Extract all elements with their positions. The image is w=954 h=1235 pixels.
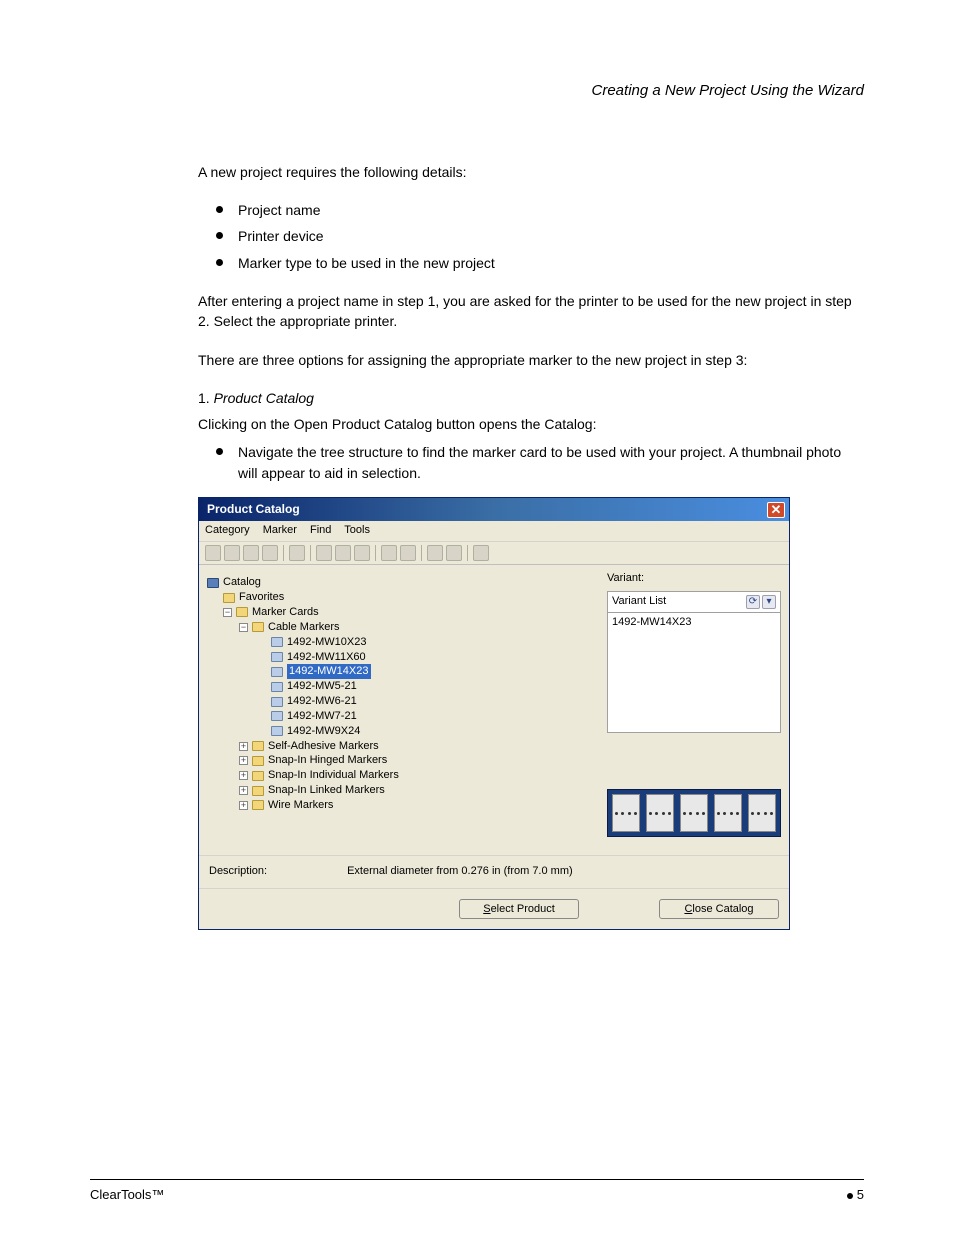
- toolbar-icon[interactable]: [289, 545, 305, 561]
- expand-icon[interactable]: +: [239, 786, 248, 795]
- footer-product-name: ClearTools™: [90, 1186, 164, 1205]
- printer-paragraph: After entering a project name in step 1,…: [198, 291, 864, 332]
- variant-list[interactable]: 1492-MW14X23: [607, 613, 781, 733]
- tree-folder[interactable]: Snap-In Linked Markers: [268, 783, 385, 798]
- collapse-icon[interactable]: −: [223, 608, 232, 617]
- step-1-body: Clicking on the Open Product Catalog but…: [198, 414, 864, 434]
- tree-item[interactable]: 1492-MW9X24: [287, 724, 360, 739]
- tree-folder[interactable]: Self-Adhesive Markers: [268, 739, 379, 754]
- intro-text: A new project requires the following det…: [198, 162, 864, 182]
- tree-folder[interactable]: Wire Markers: [268, 798, 333, 813]
- marker-options-paragraph: There are three options for assigning th…: [198, 350, 864, 370]
- tree-root[interactable]: Catalog: [223, 575, 261, 590]
- toolbar-separator: [375, 545, 376, 561]
- product-catalog-window: Product Catalog ✕ Category Marker Find T…: [198, 497, 790, 930]
- collapse-icon[interactable]: −: [239, 623, 248, 632]
- folder-icon: [207, 578, 219, 588]
- tree-item[interactable]: 1492-MW10X23: [287, 635, 367, 650]
- toolbar: [199, 542, 789, 565]
- folder-icon: [236, 607, 248, 617]
- close-catalog-button[interactable]: Close Catalog: [659, 899, 779, 919]
- bullet-printer-device: Printer device: [216, 226, 864, 246]
- menu-find[interactable]: Find: [310, 524, 331, 536]
- step-1: 1. Product Catalog Clicking on the Open …: [198, 388, 864, 483]
- toolbar-icon[interactable]: [243, 545, 259, 561]
- intro-bullets: Project name Printer device Marker type …: [216, 200, 864, 273]
- tree-item[interactable]: 1492-MW11X60: [287, 650, 366, 665]
- folder-icon: [252, 800, 264, 810]
- expand-icon[interactable]: +: [239, 756, 248, 765]
- expand-icon[interactable]: +: [239, 742, 248, 751]
- catalog-tree[interactable]: Catalog Favorites −Marker Cards −Cable M…: [207, 575, 591, 813]
- leaf-icon: [271, 711, 283, 721]
- toolbar-separator: [421, 545, 422, 561]
- variant-list-header: Variant List ⟳ ▾: [607, 591, 781, 613]
- leaf-icon: [271, 726, 283, 736]
- menu-category[interactable]: Category: [205, 524, 250, 536]
- titlebar: Product Catalog ✕: [199, 498, 789, 521]
- variant-label: Variant:: [607, 571, 781, 587]
- folder-icon: [252, 622, 264, 632]
- menubar: Category Marker Find Tools: [199, 521, 789, 542]
- tree-item-selected[interactable]: 1492-MW14X23: [287, 664, 371, 679]
- close-icon[interactable]: ✕: [767, 502, 785, 518]
- toolbar-icon[interactable]: [335, 545, 351, 561]
- step-1-number: 1.: [198, 390, 214, 406]
- tree-item[interactable]: 1492-MW7-21: [287, 709, 357, 724]
- window-title: Product Catalog: [207, 501, 300, 518]
- toolbar-icon[interactable]: [354, 545, 370, 561]
- page-bullet-icon: [847, 1193, 853, 1199]
- tree-item[interactable]: 1492-MW6-21: [287, 694, 357, 709]
- product-preview: [607, 789, 781, 837]
- expand-icon[interactable]: +: [239, 771, 248, 780]
- menu-tools[interactable]: Tools: [344, 524, 370, 536]
- running-head: Creating a New Project Using the Wizard: [90, 80, 864, 102]
- tree-item[interactable]: 1492-MW5-21: [287, 679, 357, 694]
- toolbar-icon[interactable]: [400, 545, 416, 561]
- toolbar-icon[interactable]: [316, 545, 332, 561]
- toolbar-icon[interactable]: [262, 545, 278, 561]
- leaf-icon: [271, 697, 283, 707]
- step-1-title: Product Catalog: [214, 390, 314, 406]
- variant-list-item[interactable]: 1492-MW14X23: [612, 615, 776, 631]
- toolbar-icon[interactable]: [205, 545, 221, 561]
- tree-favorites[interactable]: Favorites: [239, 590, 284, 605]
- folder-icon: [252, 741, 264, 751]
- toolbar-separator: [467, 545, 468, 561]
- toolbar-separator: [310, 545, 311, 561]
- description-value: External diameter from 0.276 in (from 7.…: [347, 864, 573, 880]
- toolbar-icon[interactable]: [473, 545, 489, 561]
- leaf-icon: [271, 682, 283, 692]
- variant-down-icon[interactable]: ▾: [762, 595, 776, 609]
- description-label: Description:: [209, 864, 267, 880]
- tree-marker-cards[interactable]: Marker Cards: [252, 605, 319, 620]
- bullet-project-name: Project name: [216, 200, 864, 220]
- folder-icon: [252, 756, 264, 766]
- tree-folder[interactable]: Snap-In Hinged Markers: [268, 753, 387, 768]
- toolbar-icon[interactable]: [427, 545, 443, 561]
- toolbar-icon[interactable]: [446, 545, 462, 561]
- page-number: 5: [857, 1187, 864, 1202]
- folder-icon: [223, 593, 235, 603]
- variant-refresh-icon[interactable]: ⟳: [746, 595, 760, 609]
- tree-cable-markers[interactable]: Cable Markers: [268, 620, 340, 635]
- step-1-bullet: Navigate the tree structure to find the …: [216, 442, 864, 483]
- folder-icon: [252, 771, 264, 781]
- tree-folder[interactable]: Snap-In Individual Markers: [268, 768, 399, 783]
- toolbar-icon[interactable]: [224, 545, 240, 561]
- toolbar-icon[interactable]: [381, 545, 397, 561]
- page-footer: ClearTools™ 5: [90, 1179, 864, 1205]
- select-product-button[interactable]: Select Product: [459, 899, 579, 919]
- menu-marker[interactable]: Marker: [263, 524, 297, 536]
- leaf-icon: [271, 652, 283, 662]
- leaf-icon: [271, 667, 283, 677]
- folder-icon: [252, 786, 264, 796]
- toolbar-separator: [283, 545, 284, 561]
- leaf-icon: [271, 637, 283, 647]
- bullet-marker-type: Marker type to be used in the new projec…: [216, 253, 864, 273]
- expand-icon[interactable]: +: [239, 801, 248, 810]
- variant-list-label: Variant List: [612, 594, 666, 610]
- description-row: Description: External diameter from 0.27…: [199, 855, 789, 888]
